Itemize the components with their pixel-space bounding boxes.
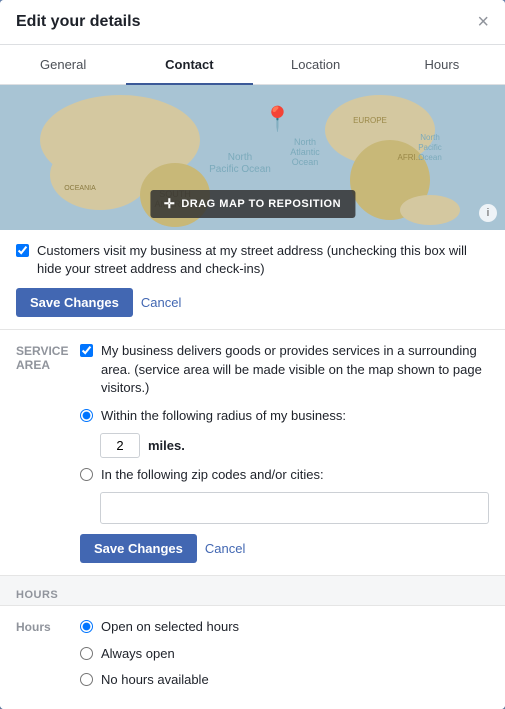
hours-always-open-radio[interactable] [80,647,93,660]
zip-input[interactable] [100,492,489,524]
svg-text:Ocean: Ocean [418,153,442,162]
hours-option-2: No hours available [80,671,489,689]
hours-row: Hours Open on selected hours Always open… [0,605,505,709]
svg-text:North: North [294,137,316,147]
service-area-section: Service Area My business delivers goods … [0,330,505,576]
hours-side-label: Hours [0,606,80,709]
miles-row: miles. [100,433,489,458]
radius-radio[interactable] [80,409,93,422]
edit-details-modal: Edit your details × General Contact Loca… [0,0,505,709]
street-address-save-button[interactable]: Save Changes [16,288,133,317]
radius-label: Within the following radius of my busine… [101,407,346,425]
street-address-label: Customers visit my business at my street… [37,242,489,278]
street-address-checkbox[interactable] [16,244,29,257]
miles-label: miles. [148,438,185,453]
modal-header: Edit your details × [0,0,505,45]
svg-text:Ocean: Ocean [292,157,319,167]
map-pin: 📍 [263,105,293,134]
map-container[interactable]: North Pacific Ocean North Atlantic Ocean… [0,85,505,230]
delivers-checkbox-row: My business delivers goods or provides s… [80,342,489,397]
hours-header: HOURS [0,576,505,605]
drag-icon: ✛ [164,196,175,212]
delivers-label: My business delivers goods or provides s… [101,342,489,397]
svg-text:EUROPE: EUROPE [353,116,387,125]
svg-text:OCEANIA: OCEANIA [64,185,96,192]
svg-text:Atlantic: Atlantic [290,147,320,157]
hours-main: Open on selected hours Always open No ho… [80,606,505,709]
street-address-btn-row: Save Changes Cancel [16,288,489,317]
tab-hours[interactable]: Hours [379,45,505,84]
service-area-save-button[interactable]: Save Changes [80,534,197,563]
svg-text:Pacific: Pacific [418,143,442,152]
svg-text:North: North [228,152,252,163]
hours-selected-radio[interactable] [80,620,93,633]
service-area-main: My business delivers goods or provides s… [80,330,505,575]
hours-option-0: Open on selected hours [80,618,489,636]
svg-text:Pacific Ocean: Pacific Ocean [209,164,271,175]
hours-no-hours-label: No hours available [101,671,209,689]
hours-option-1: Always open [80,645,489,663]
hours-always-open-label: Always open [101,645,175,663]
service-area-cancel-button[interactable]: Cancel [205,541,245,556]
modal-body: North Pacific Ocean North Atlantic Ocean… [0,85,505,709]
tabs-bar: General Contact Location Hours [0,45,505,85]
svg-text:North: North [420,133,440,142]
hours-no-hours-radio[interactable] [80,673,93,686]
map-info-button[interactable]: i [479,204,497,222]
hours-section-title: HOURS [16,589,58,601]
radius-radio-row: Within the following radius of my busine… [80,407,489,425]
hours-selected-label: Open on selected hours [101,618,239,636]
hours-section: HOURS Hours Open on selected hours Alway… [0,576,505,709]
zip-radio[interactable] [80,468,93,481]
street-address-checkbox-row: Customers visit my business at my street… [16,242,489,278]
drag-map-overlay[interactable]: ✛ DRAG MAP TO REPOSITION [150,190,355,218]
close-button[interactable]: × [477,12,489,32]
tab-contact[interactable]: Contact [126,45,252,84]
zip-radio-row: In the following zip codes and/or cities… [80,466,489,484]
zip-label: In the following zip codes and/or cities… [101,466,324,484]
drag-map-label: DRAG MAP TO REPOSITION [181,198,341,210]
modal-title: Edit your details [16,13,140,31]
delivers-checkbox[interactable] [80,344,93,357]
tab-general[interactable]: General [0,45,126,84]
street-address-section: Customers visit my business at my street… [0,230,505,330]
service-area-btn-row: Save Changes Cancel [80,534,489,563]
service-area-side-label: Service Area [0,330,80,575]
miles-input[interactable] [100,433,140,458]
tab-location[interactable]: Location [253,45,379,84]
street-address-cancel-button[interactable]: Cancel [141,295,181,310]
